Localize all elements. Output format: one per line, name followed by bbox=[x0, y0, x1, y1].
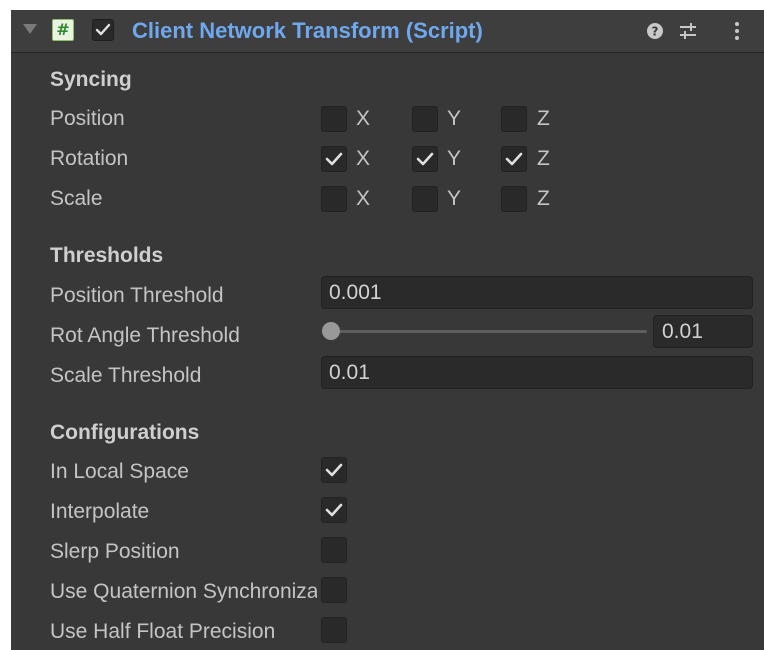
rotation-y-checkbox[interactable] bbox=[412, 146, 438, 172]
checkmark-icon bbox=[505, 152, 523, 166]
help-icon[interactable]: ? bbox=[644, 19, 666, 43]
position-x-checkbox[interactable] bbox=[321, 106, 347, 132]
axis-label-y: Y bbox=[447, 147, 462, 170]
syncing-rotation-label: Rotation bbox=[50, 147, 129, 170]
syncing-position-label: Position bbox=[50, 107, 125, 130]
rot-angle-slider-track[interactable] bbox=[331, 330, 647, 333]
checkmark-icon bbox=[325, 152, 343, 166]
axis-label-z: Z bbox=[537, 147, 550, 170]
use-quaternion-sync-checkbox[interactable] bbox=[321, 577, 347, 603]
kebab-menu-icon[interactable] bbox=[726, 19, 748, 43]
in-local-space-checkbox[interactable] bbox=[321, 457, 347, 483]
checkmark-icon bbox=[416, 152, 434, 166]
svg-text:?: ? bbox=[652, 25, 659, 39]
rot-angle-threshold-label: Rot Angle Threshold bbox=[50, 324, 240, 347]
rotation-x-checkbox[interactable] bbox=[321, 146, 347, 172]
position-threshold-label: Position Threshold bbox=[50, 284, 224, 307]
rotation-z-checkbox[interactable] bbox=[501, 146, 527, 172]
scale-y-checkbox[interactable] bbox=[412, 186, 438, 212]
syncing-scale-label: Scale bbox=[50, 187, 103, 210]
rot-angle-threshold-field[interactable]: 0.01 bbox=[653, 315, 753, 348]
interpolate-checkbox[interactable] bbox=[321, 497, 347, 523]
axis-label-x: X bbox=[356, 147, 371, 170]
slerp-position-label: Slerp Position bbox=[50, 540, 180, 563]
axis-label-y: Y bbox=[447, 187, 462, 210]
component-header[interactable]: # Client Network Transform (Script) ? bbox=[11, 10, 764, 53]
foldout-arrow-icon[interactable] bbox=[23, 24, 37, 34]
checkmark-icon bbox=[95, 23, 111, 36]
section-title-thresholds: Thresholds bbox=[50, 244, 164, 267]
checkmark-icon bbox=[325, 503, 343, 517]
settings-sliders-icon[interactable] bbox=[677, 19, 699, 43]
scale-threshold-label: Scale Threshold bbox=[50, 364, 202, 387]
axis-label-z: Z bbox=[537, 107, 550, 130]
rot-angle-slider-handle[interactable] bbox=[322, 322, 340, 340]
component-enabled-checkbox[interactable] bbox=[92, 19, 114, 41]
in-local-space-label: In Local Space bbox=[50, 460, 189, 483]
position-y-checkbox[interactable] bbox=[412, 106, 438, 132]
use-half-float-precision-label: Use Half Float Precision bbox=[50, 620, 276, 643]
axis-label-x: X bbox=[356, 107, 371, 130]
scale-z-checkbox[interactable] bbox=[501, 186, 527, 212]
component-title: Client Network Transform (Script) bbox=[132, 18, 483, 43]
use-half-float-precision-checkbox[interactable] bbox=[321, 617, 347, 643]
section-title-configurations: Configurations bbox=[50, 421, 200, 444]
checkmark-icon bbox=[325, 463, 343, 477]
axis-label-z: Z bbox=[537, 187, 550, 210]
inspector-component-panel: # Client Network Transform (Script) ? Sy… bbox=[11, 10, 764, 650]
axis-label-y: Y bbox=[447, 107, 462, 130]
scale-threshold-field[interactable]: 0.01 bbox=[321, 356, 753, 389]
slerp-position-checkbox[interactable] bbox=[321, 537, 347, 563]
scale-x-checkbox[interactable] bbox=[321, 186, 347, 212]
section-title-syncing: Syncing bbox=[50, 68, 132, 91]
position-z-checkbox[interactable] bbox=[501, 106, 527, 132]
interpolate-label: Interpolate bbox=[50, 500, 150, 523]
position-threshold-field[interactable]: 0.001 bbox=[321, 276, 753, 309]
script-icon: # bbox=[52, 19, 74, 41]
axis-label-x: X bbox=[356, 187, 371, 210]
use-quaternion-sync-label: Use Quaternion Synchronization bbox=[50, 580, 317, 603]
